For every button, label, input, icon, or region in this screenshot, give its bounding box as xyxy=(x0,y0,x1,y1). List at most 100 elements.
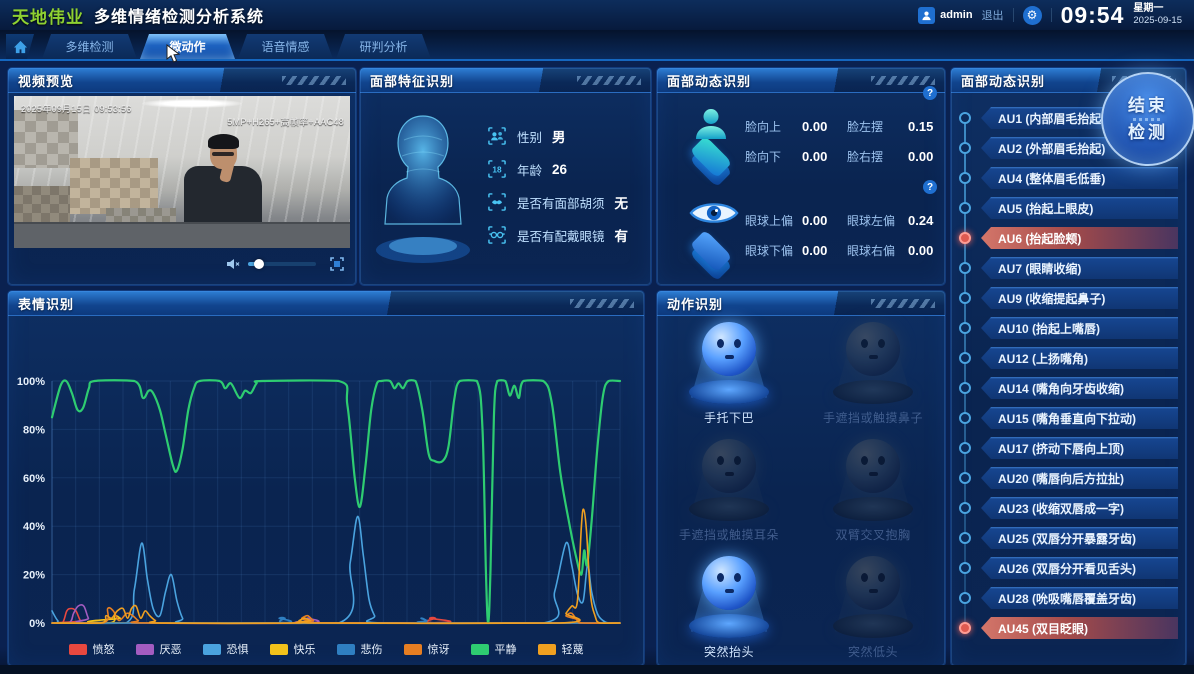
au-item-row: AU5 (抬起上眼皮) xyxy=(981,197,1178,219)
au-status-dot xyxy=(959,202,971,214)
au-label: AU10 (抬起上嘴唇) xyxy=(981,320,1100,337)
panel-header: 面部动态识别 xyxy=(657,68,945,93)
feature-label: 是否有面部胡须 xyxy=(517,193,605,212)
legend-swatch xyxy=(136,644,154,655)
tab-micro-action[interactable]: 微动作 xyxy=(140,34,235,59)
legend-label: 恐惧 xyxy=(227,641,249,657)
action-label: 手遮挡或触摸耳朵 xyxy=(679,526,779,543)
dynamic-label: 脸左摆 xyxy=(847,118,903,135)
au-item: AU5 (抬起上眼皮) xyxy=(981,197,1178,219)
action-item: 手遮挡或触摸耳朵 xyxy=(679,439,779,543)
panel-title: 面部特征识别 xyxy=(370,71,454,90)
panel-title: 表情识别 xyxy=(18,294,74,313)
end-button-line2: 检测 xyxy=(1128,122,1168,143)
au-status-dot xyxy=(959,412,971,424)
settings-gear-icon[interactable]: ⚙ xyxy=(1023,6,1042,25)
volume-slider[interactable] xyxy=(248,262,316,266)
action-item: 手托下巴 xyxy=(681,322,777,426)
legend-item: 厌恶 xyxy=(136,641,182,657)
legend-item: 悲伤 xyxy=(337,641,383,657)
au-label: AU7 (眼睛收缩) xyxy=(981,260,1081,277)
au-status-dot xyxy=(959,112,971,124)
dynamic-label: 脸右摆 xyxy=(847,148,903,165)
clock-time: 09:54 xyxy=(1061,2,1125,29)
au-label: AU25 (双唇分开暴露牙齿) xyxy=(981,530,1136,547)
end-button-dots xyxy=(1133,118,1163,121)
user-chip[interactable]: admin xyxy=(918,7,972,24)
au-status-dot xyxy=(959,322,971,334)
action-label: 突然低头 xyxy=(848,643,898,660)
dynamic-label: 脸向下 xyxy=(745,148,797,165)
tab-judge-analysis[interactable]: 研判分析 xyxy=(336,34,431,59)
person-glasses xyxy=(212,152,234,156)
action-recognition-panel: 动作识别 手托下巴手遮挡或触摸鼻子手遮挡或触摸耳朵双臂交叉抱胸突然抬头突然低头 xyxy=(657,291,945,666)
fullscreen-icon[interactable] xyxy=(330,257,344,271)
light-reflection xyxy=(142,99,242,108)
dynamic-value: 0.00 xyxy=(908,149,948,164)
au-item-row: AU28 (吮吸嘴唇覆盖牙齿) xyxy=(981,587,1178,609)
video-preview-panel: 视频预览 2025年09月15日 09:53:56 5MP+H265+高帧率+A… xyxy=(8,68,356,285)
dynamic-value: 0.15 xyxy=(908,119,948,134)
volume-knob[interactable] xyxy=(254,259,264,269)
au-item-row: AU9 (收缩提起鼻子) xyxy=(981,287,1178,309)
legend-label: 愤怒 xyxy=(93,641,115,657)
face-feature-panel: 面部特征识别 性别男18年龄26是否有面部胡须无是否有配戴眼镜有 xyxy=(360,68,651,285)
legend-swatch xyxy=(69,644,87,655)
action-item: 突然抬头 xyxy=(681,556,777,660)
help-icon[interactable]: ? xyxy=(923,180,937,194)
legend-label: 悲伤 xyxy=(361,641,383,657)
au-status-dot xyxy=(959,472,971,484)
legend-label: 轻蔑 xyxy=(562,641,584,657)
hologram-orb-icon xyxy=(825,556,921,638)
au-status-dot xyxy=(959,292,971,304)
dynamic-label: 眼球上偏 xyxy=(745,212,797,229)
header-divider xyxy=(1013,8,1014,22)
tab-voice-emotion[interactable]: 语音情感 xyxy=(238,34,333,59)
expression-line-chart: 100%80%60%40%20%0% xyxy=(8,315,644,633)
end-detection-button[interactable]: 结束 检测 xyxy=(1101,72,1194,166)
svg-text:20%: 20% xyxy=(23,570,45,582)
logout-button[interactable]: 退出 xyxy=(982,7,1004,23)
svg-text:40%: 40% xyxy=(23,521,45,533)
au-label: AU14 (嘴角向牙齿收缩) xyxy=(981,380,1124,397)
face-dynamic-panel: 面部动态识别 脸向上0.00脸左摆0.15脸向下0.00脸右摆0.00?眼球上偏… xyxy=(657,68,945,285)
brand-logo: 天地伟业 xyxy=(12,3,84,28)
au-label: AU9 (收缩提起鼻子) xyxy=(981,290,1105,307)
video-player[interactable]: 2025年09月15日 09:53:56 5MP+H265+高帧率+AAC48 xyxy=(14,96,350,248)
app-title: 多维情绪检测分析系统 xyxy=(94,3,264,27)
tab-multi-detect[interactable]: 多维检测 xyxy=(42,34,137,59)
svg-text:80%: 80% xyxy=(23,424,45,436)
au-label: AU1 (内部眉毛抬起) xyxy=(981,110,1105,127)
video-osd-codec: 5MP+H265+高帧率+AAC48 xyxy=(227,115,344,128)
svg-text:18: 18 xyxy=(492,165,502,174)
dynamic-label: 眼球右偏 xyxy=(847,242,903,259)
emotion-analysis-app: 天地伟业 多维情绪检测分析系统 admin 退出 ⚙ 09:54 星期一 202… xyxy=(0,0,1194,674)
au-item-row: AU26 (双唇分开看见舌头) xyxy=(981,557,1178,579)
au-item-row: AU23 (收缩双唇成一字) xyxy=(981,497,1178,519)
legend-label: 厌恶 xyxy=(160,641,182,657)
au-label: AU4 (整体眉毛低垂) xyxy=(981,170,1105,187)
feature-label: 年龄 xyxy=(517,160,542,179)
help-icon[interactable]: ? xyxy=(923,86,937,100)
hologram-head xyxy=(364,100,482,275)
au-item: AU17 (挤动下唇向上顶) xyxy=(981,437,1178,459)
mute-icon[interactable] xyxy=(226,258,240,270)
au-item: AU14 (嘴角向牙齿收缩) xyxy=(981,377,1178,399)
weekday-label: 星期一 xyxy=(1133,3,1182,16)
dynamic-label: 脸向上 xyxy=(745,118,797,135)
app-header: 天地伟业 多维情绪检测分析系统 admin 退出 ⚙ 09:54 星期一 202… xyxy=(0,0,1194,30)
hologram-orb-icon xyxy=(825,322,921,404)
face-icon xyxy=(683,104,739,176)
au-label: AU23 (收缩双唇成一字) xyxy=(981,500,1124,517)
legend-item: 平静 xyxy=(471,641,517,657)
au-item-row: AU14 (嘴角向牙齿收缩) xyxy=(981,377,1178,399)
dynamic-value: 0.00 xyxy=(908,243,948,258)
legend-swatch xyxy=(203,644,221,655)
feature-value: 有 xyxy=(615,225,629,245)
au-status-dot xyxy=(959,232,971,244)
home-button[interactable] xyxy=(6,34,34,59)
legend-label: 惊讶 xyxy=(428,641,450,657)
au-item-row: AU17 (挤动下唇向上顶) xyxy=(981,437,1178,459)
action-item: 双臂交叉抱胸 xyxy=(825,439,921,543)
legend-item: 愤怒 xyxy=(69,641,115,657)
